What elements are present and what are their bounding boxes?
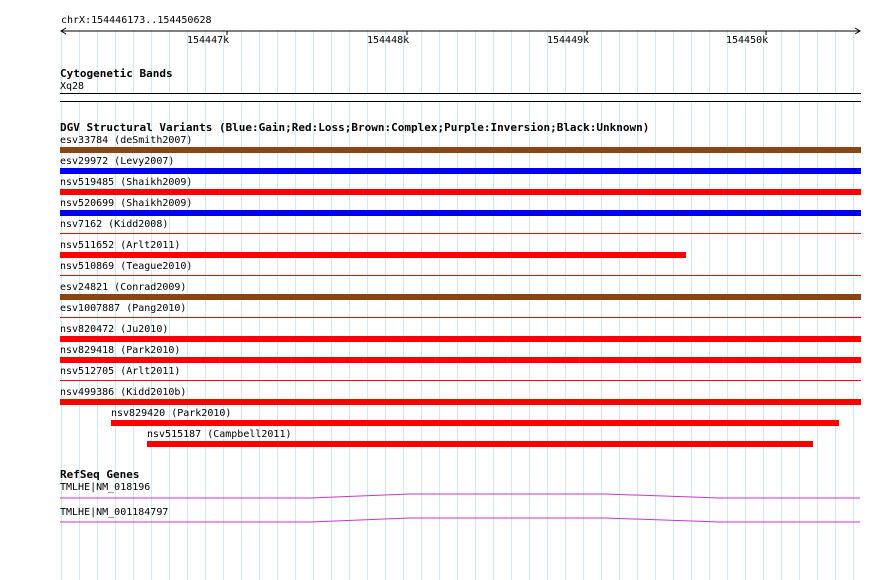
- gene-model-nm-001184797[interactable]: [0, 0, 890, 580]
